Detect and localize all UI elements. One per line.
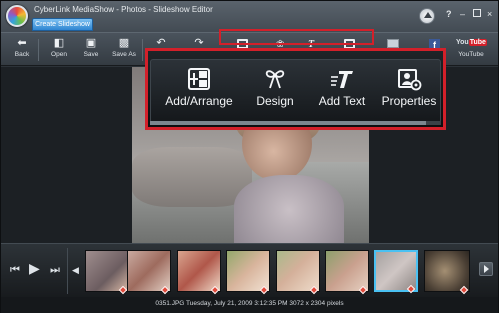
add-text-label: Add Text (318, 94, 366, 108)
window-title: CyberLink MediaShow - Photos - Slideshow… (34, 5, 213, 14)
save-icon: ▣ (85, 37, 97, 49)
back-label: Back (14, 51, 30, 58)
toolbar-highlight-box (219, 29, 374, 45)
open-label: Open (51, 51, 67, 58)
help-button[interactable]: ? (446, 9, 452, 19)
back-icon: ⬅ (17, 37, 27, 49)
open-icon: ◧ (53, 37, 65, 49)
previous-icon[interactable]: ⏮ (10, 264, 20, 276)
properties-button[interactable]: Properties (379, 66, 439, 118)
panel-scrollbar[interactable] (150, 121, 441, 125)
maximize-button[interactable] (473, 9, 481, 17)
play-icon[interactable]: ▶ (29, 261, 40, 275)
save-as-button[interactable]: ▩ Save As (109, 36, 139, 66)
add-arrange-icon (186, 66, 212, 92)
thumbnail[interactable] (85, 250, 129, 295)
next-icon[interactable]: ⏭ (50, 264, 60, 276)
filmstrip-divider (67, 248, 68, 294)
thumbnail[interactable] (226, 250, 270, 295)
status-bar: 0351.JPG Tuesday, July 21, 2009 3:12:35 … (1, 297, 498, 313)
toolbar-divider (142, 39, 143, 61)
youtube-icon: YouTube (456, 39, 487, 46)
app-logo-icon[interactable] (6, 5, 28, 27)
design-button[interactable]: Design (247, 66, 303, 118)
app-window: CyberLink MediaShow - Photos - Slideshow… (0, 0, 499, 313)
add-arrange-button[interactable]: Add/Arrange (163, 66, 235, 118)
close-button[interactable]: × (487, 9, 492, 19)
thumbnail[interactable] (177, 250, 221, 295)
toolbar-divider (38, 39, 39, 61)
add-text-icon (329, 66, 355, 92)
save-as-icon: ▩ (118, 37, 130, 49)
tool-panel-callout: Add/Arrange Design Add Text Properties (145, 48, 446, 130)
design-icon (262, 66, 288, 92)
thumbnail[interactable] (424, 250, 470, 295)
thumbnail-selected[interactable] (374, 250, 418, 294)
scroll-left-icon[interactable]: ◀ (72, 264, 79, 276)
save-as-label: Save As (112, 51, 136, 58)
back-button[interactable]: ⬅ Back (7, 36, 37, 66)
save-button[interactable]: ▣ Save (76, 36, 106, 66)
thumbnail[interactable] (325, 250, 369, 295)
add-arrange-label: Add/Arrange (165, 94, 233, 108)
tab-create-slideshow[interactable]: Create Slideshow (32, 18, 93, 31)
open-button[interactable]: ◧ Open (44, 36, 74, 66)
properties-icon (396, 66, 422, 92)
scroll-right-button[interactable] (479, 262, 493, 276)
save-label: Save (83, 51, 99, 58)
properties-label: Properties (381, 94, 437, 108)
thumbnail[interactable] (276, 250, 320, 295)
youtube-button[interactable]: YouTube YouTube (456, 38, 487, 64)
add-text-button[interactable]: Add Text (311, 66, 373, 118)
youtube-label: YouTube (458, 51, 484, 58)
tool-panel: Add/Arrange Design Add Text Properties (150, 59, 441, 125)
design-label: Design (256, 94, 294, 108)
minimize-button[interactable]: – (460, 9, 465, 19)
filmstrip: ⏮ ▶ ⏭ ◀ (1, 243, 498, 297)
thumbnail[interactable] (127, 250, 171, 295)
upgrade-icon[interactable] (419, 8, 435, 24)
